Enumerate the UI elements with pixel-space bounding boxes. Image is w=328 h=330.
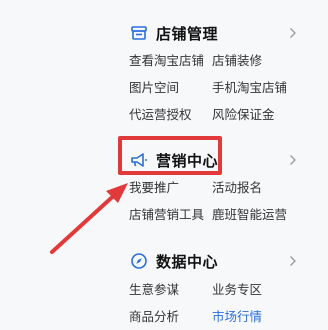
link-store-decoration[interactable]: 店铺装修 bbox=[212, 52, 262, 70]
chevron-right-icon[interactable] bbox=[288, 26, 298, 40]
highlight-box bbox=[118, 136, 222, 175]
link-store-marketing-tools[interactable]: 店铺营销工具 bbox=[129, 206, 204, 224]
link-business-zone[interactable]: 业务专区 bbox=[212, 281, 262, 299]
section-header-store-management[interactable]: 店铺管理 bbox=[0, 20, 328, 46]
link-promote[interactable]: 我要推广 bbox=[129, 179, 179, 197]
seller-sidebar: 店铺管理 查看淘宝店铺 店铺装修 图片空间 手机淘宝店铺 代运营授权 风险保证金… bbox=[0, 0, 328, 330]
chevron-right-icon[interactable] bbox=[288, 153, 298, 167]
section-header-data-center[interactable]: 数据中心 bbox=[0, 248, 328, 274]
section-title: 店铺管理 bbox=[156, 24, 219, 43]
link-image-space[interactable]: 图片空间 bbox=[129, 79, 179, 97]
link-product-analysis[interactable]: 商品分析 bbox=[129, 308, 179, 326]
link-market-trends[interactable]: 市场行情 bbox=[212, 308, 262, 326]
link-event-signup[interactable]: 活动报名 bbox=[212, 179, 262, 197]
link-risk-deposit[interactable]: 风险保证金 bbox=[212, 106, 275, 124]
chevron-right-icon[interactable] bbox=[288, 254, 298, 268]
link-view-taobao-store[interactable]: 查看淘宝店铺 bbox=[129, 52, 204, 70]
section-title: 数据中心 bbox=[156, 252, 219, 271]
link-agency-authorization[interactable]: 代运营授权 bbox=[129, 106, 192, 124]
link-mobile-taobao-store[interactable]: 手机淘宝店铺 bbox=[212, 79, 287, 97]
compass-icon bbox=[129, 251, 149, 271]
link-luban-smart-ops[interactable]: 鹿班智能运营 bbox=[212, 206, 287, 224]
link-business-advisor[interactable]: 生意参谋 bbox=[129, 281, 179, 299]
store-icon bbox=[129, 23, 149, 43]
